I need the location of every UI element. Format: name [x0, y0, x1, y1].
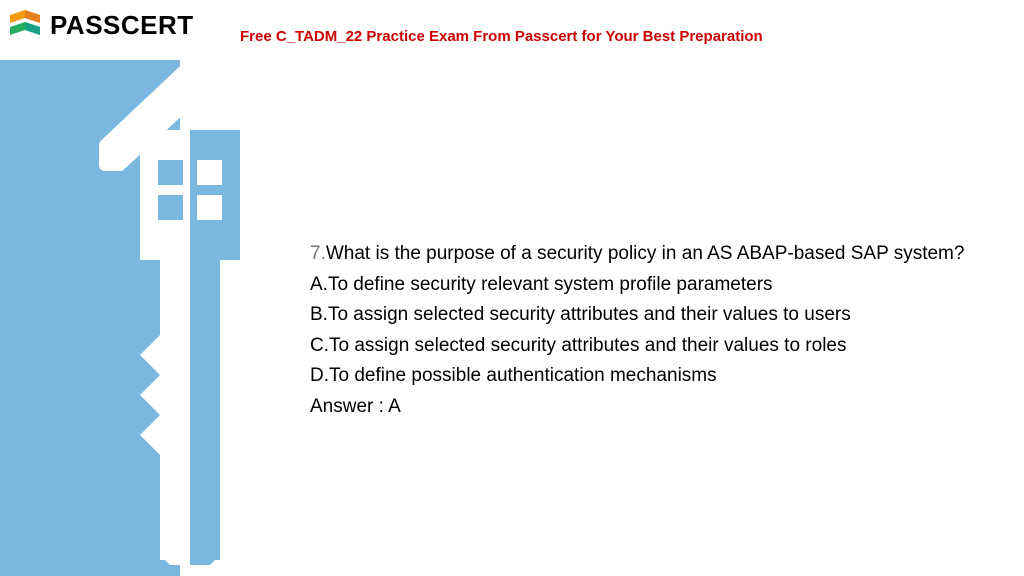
question-number: 7.	[310, 243, 326, 264]
option-b: B.To assign selected security attributes…	[310, 301, 990, 330]
answer: Answer : A	[310, 393, 990, 422]
question-text: 7.What is the purpose of a security poli…	[310, 240, 990, 269]
header-title: Free C_TADM_22 Practice Exam From Passce…	[240, 28, 763, 45]
logo-text: PASSCERT	[50, 10, 194, 41]
option-d: D.To define possible authentication mech…	[310, 362, 990, 391]
option-a: A.To define security relevant system pro…	[310, 271, 990, 300]
option-c: C.To assign selected security attributes…	[310, 332, 990, 361]
logo-icon	[5, 5, 45, 45]
question-content: 7.What is the purpose of a security poli…	[310, 240, 990, 423]
house-key-icon	[90, 55, 290, 565]
logo: PASSCERT	[5, 5, 194, 45]
question-body: What is the purpose of a security policy…	[326, 243, 965, 264]
